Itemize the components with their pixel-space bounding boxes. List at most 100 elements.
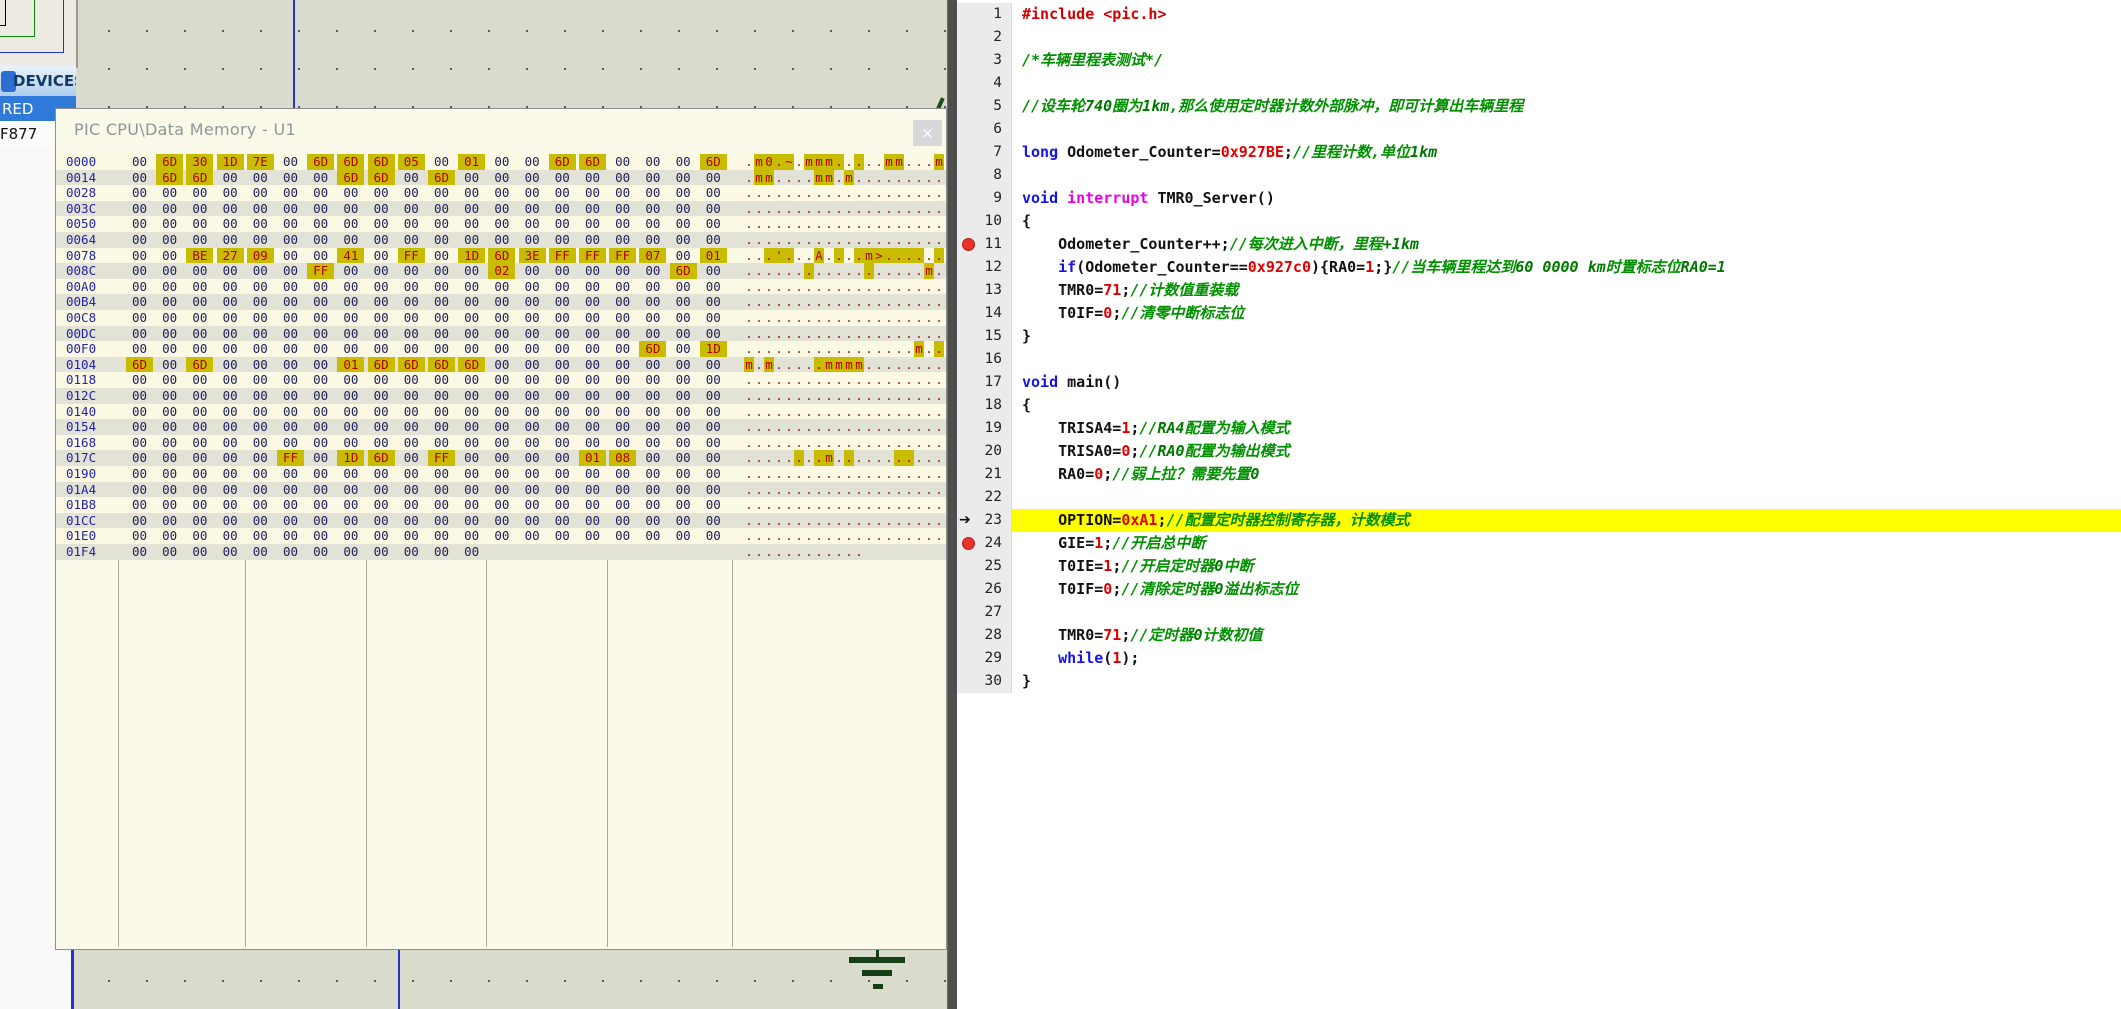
memory-byte[interactable]: 00 bbox=[549, 435, 576, 451]
gutter[interactable]: 13 bbox=[957, 279, 1012, 302]
memory-byte[interactable]: 00 bbox=[458, 450, 485, 466]
memory-byte[interactable]: 6D bbox=[579, 154, 606, 170]
memory-byte[interactable]: 00 bbox=[670, 357, 697, 373]
memory-byte[interactable]: 00 bbox=[126, 466, 153, 482]
memory-byte[interactable]: 00 bbox=[277, 435, 304, 451]
memory-byte[interactable]: 00 bbox=[277, 263, 304, 279]
memory-byte[interactable]: 00 bbox=[670, 466, 697, 482]
memory-byte[interactable]: 00 bbox=[609, 170, 636, 186]
memory-byte[interactable]: 00 bbox=[700, 357, 727, 373]
code-text[interactable]: T0IE=1;//开启定时器0中断 bbox=[1012, 555, 2121, 578]
memory-byte[interactable]: 00 bbox=[670, 435, 697, 451]
memory-byte[interactable]: 00 bbox=[277, 482, 304, 498]
memory-byte[interactable]: 00 bbox=[217, 170, 244, 186]
memory-byte[interactable]: 7E bbox=[247, 154, 274, 170]
memory-byte[interactable]: 00 bbox=[307, 279, 334, 295]
line-number[interactable]: 30 bbox=[985, 670, 1002, 693]
memory-byte[interactable]: 00 bbox=[186, 404, 213, 420]
memory-byte[interactable]: 00 bbox=[247, 497, 274, 513]
memory-byte[interactable]: 00 bbox=[519, 154, 546, 170]
memory-byte[interactable]: 00 bbox=[700, 435, 727, 451]
code-text[interactable]: { bbox=[1012, 394, 2121, 417]
breakpoint-icon[interactable] bbox=[962, 238, 975, 251]
memory-byte[interactable]: 00 bbox=[670, 216, 697, 232]
memory-byte[interactable]: 00 bbox=[337, 497, 364, 513]
gutter[interactable]: 15 bbox=[957, 325, 1012, 348]
memory-byte[interactable]: 00 bbox=[639, 232, 666, 248]
memory-byte[interactable]: 00 bbox=[639, 170, 666, 186]
memory-byte[interactable]: 00 bbox=[307, 435, 334, 451]
memory-byte[interactable]: 00 bbox=[519, 294, 546, 310]
memory-byte[interactable]: 00 bbox=[307, 357, 334, 373]
memory-byte[interactable]: 00 bbox=[126, 341, 153, 357]
memory-byte[interactable]: 00 bbox=[247, 216, 274, 232]
memory-byte[interactable]: 00 bbox=[428, 482, 455, 498]
memory-byte[interactable]: 00 bbox=[579, 341, 606, 357]
memory-byte[interactable]: 00 bbox=[126, 372, 153, 388]
line-number[interactable]: 4 bbox=[993, 72, 1002, 95]
memory-byte[interactable]: 00 bbox=[186, 388, 213, 404]
memory-byte[interactable]: 00 bbox=[277, 279, 304, 295]
memory-byte[interactable]: 00 bbox=[277, 154, 304, 170]
memory-byte[interactable]: 00 bbox=[126, 482, 153, 498]
memory-byte[interactable]: 00 bbox=[307, 310, 334, 326]
memory-byte[interactable]: 00 bbox=[368, 326, 395, 342]
memory-byte[interactable]: 00 bbox=[458, 419, 485, 435]
memory-byte[interactable]: 00 bbox=[519, 201, 546, 217]
memory-byte[interactable]: 00 bbox=[639, 388, 666, 404]
memory-byte[interactable]: 00 bbox=[126, 294, 153, 310]
gutter[interactable]: 22 bbox=[957, 486, 1012, 509]
gutter[interactable]: 27 bbox=[957, 601, 1012, 624]
memory-byte[interactable]: 00 bbox=[156, 216, 183, 232]
memory-byte[interactable]: 00 bbox=[639, 513, 666, 529]
memory-byte[interactable]: 00 bbox=[428, 513, 455, 529]
memory-byte[interactable]: 00 bbox=[217, 341, 244, 357]
memory-byte[interactable]: 00 bbox=[519, 232, 546, 248]
memory-byte[interactable]: 00 bbox=[398, 341, 425, 357]
close-icon[interactable]: × bbox=[913, 120, 942, 146]
memory-byte[interactable]: 00 bbox=[639, 185, 666, 201]
memory-byte[interactable]: 00 bbox=[549, 294, 576, 310]
memory-byte[interactable]: 1D bbox=[458, 248, 485, 264]
memory-byte[interactable]: 00 bbox=[126, 404, 153, 420]
memory-byte[interactable]: 00 bbox=[368, 404, 395, 420]
memory-byte[interactable]: 00 bbox=[609, 263, 636, 279]
code-text[interactable]: Odometer_Counter++;//每次进入中断，里程+1km bbox=[1012, 233, 2121, 256]
memory-byte[interactable]: 00 bbox=[156, 279, 183, 295]
memory-byte[interactable]: 00 bbox=[609, 497, 636, 513]
line-number[interactable]: 17 bbox=[985, 371, 1002, 394]
memory-byte[interactable]: 00 bbox=[579, 294, 606, 310]
gutter[interactable]: 10 bbox=[957, 210, 1012, 233]
line-number[interactable]: 2 bbox=[993, 26, 1002, 49]
memory-byte[interactable]: 00 bbox=[670, 497, 697, 513]
memory-byte[interactable]: 6D bbox=[337, 170, 364, 186]
memory-byte[interactable]: 00 bbox=[579, 263, 606, 279]
memory-byte[interactable]: 00 bbox=[549, 216, 576, 232]
memory-byte[interactable]: 00 bbox=[398, 450, 425, 466]
gutter[interactable]: 19 bbox=[957, 417, 1012, 440]
gutter[interactable]: 7 bbox=[957, 141, 1012, 164]
memory-byte[interactable]: 00 bbox=[398, 232, 425, 248]
memory-byte[interactable]: 00 bbox=[156, 450, 183, 466]
memory-byte[interactable]: 00 bbox=[609, 528, 636, 544]
gutter[interactable]: 11 bbox=[957, 233, 1012, 256]
memory-byte[interactable]: 00 bbox=[549, 528, 576, 544]
gutter[interactable]: 20 bbox=[957, 440, 1012, 463]
memory-byte[interactable]: 00 bbox=[670, 279, 697, 295]
gutter[interactable]: 17 bbox=[957, 371, 1012, 394]
memory-byte[interactable]: 00 bbox=[307, 216, 334, 232]
memory-byte[interactable]: 00 bbox=[700, 404, 727, 420]
memory-byte[interactable]: 00 bbox=[247, 201, 274, 217]
memory-byte[interactable]: 00 bbox=[609, 482, 636, 498]
memory-byte[interactable]: 00 bbox=[126, 310, 153, 326]
memory-byte[interactable]: 00 bbox=[488, 232, 515, 248]
memory-byte[interactable]: 00 bbox=[277, 201, 304, 217]
memory-byte[interactable]: 6D bbox=[368, 450, 395, 466]
memory-byte[interactable]: 00 bbox=[186, 341, 213, 357]
memory-byte[interactable]: 00 bbox=[186, 435, 213, 451]
memory-byte[interactable]: 00 bbox=[670, 248, 697, 264]
memory-byte[interactable]: 00 bbox=[307, 513, 334, 529]
memory-byte[interactable]: 00 bbox=[639, 279, 666, 295]
memory-byte[interactable]: 1D bbox=[700, 341, 727, 357]
memory-byte[interactable]: 6D bbox=[488, 248, 515, 264]
